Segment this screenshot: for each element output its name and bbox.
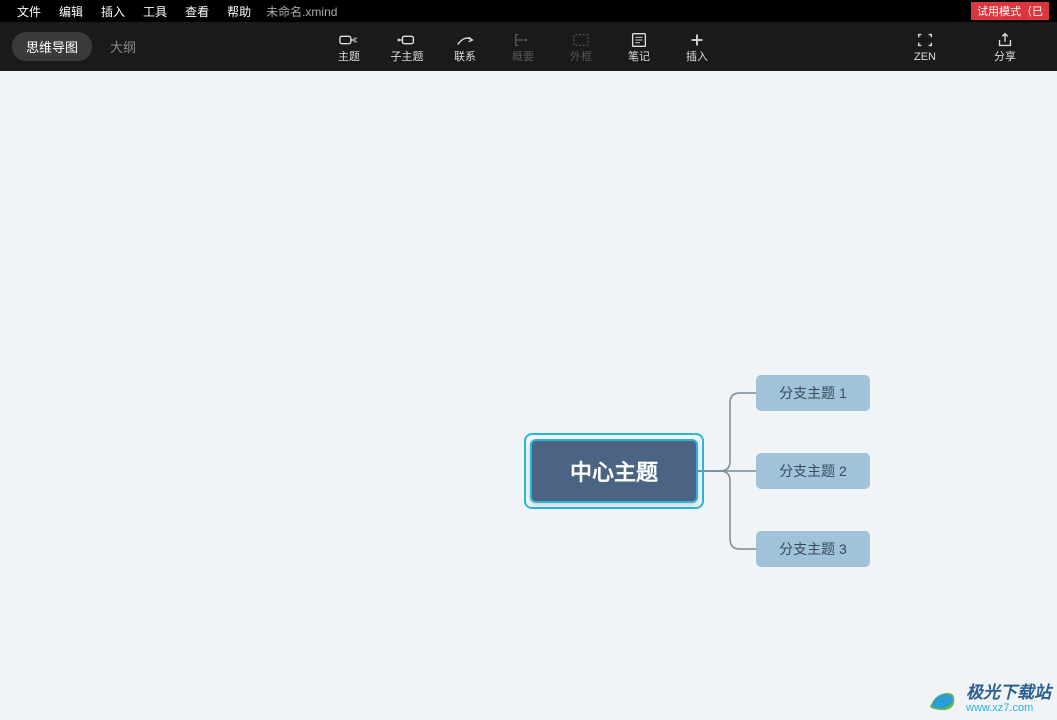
share-button[interactable]: 分享 [965, 22, 1045, 71]
notes-label: 笔记 [628, 52, 650, 63]
mindmap-canvas[interactable]: 中心主题 分支主题 1 分支主题 2 分支主题 3 极光下载站 www.xz7.… [0, 71, 1057, 719]
central-topic-node[interactable]: 中心主题 [530, 439, 698, 503]
subtopic-button[interactable]: 子主题 [378, 22, 436, 71]
topic-label: 主题 [338, 52, 360, 63]
relation-button[interactable]: 联系 [436, 22, 494, 71]
branch-topic-node-2[interactable]: 分支主题 2 [756, 453, 870, 489]
notes-icon [629, 31, 649, 49]
trial-mode-badge[interactable]: 试用模式（已 [971, 2, 1049, 20]
menu-insert[interactable]: 插入 [92, 3, 134, 20]
boundary-icon [571, 31, 591, 49]
menu-tools[interactable]: 工具 [134, 3, 176, 20]
insert-button[interactable]: 插入 [668, 22, 726, 71]
zen-label: ZEN [914, 52, 936, 63]
summary-button: 概要 [494, 22, 552, 71]
watermark-url: www.xz7.com [966, 702, 1051, 714]
menu-view[interactable]: 查看 [176, 3, 218, 20]
watermark-logo-icon [926, 683, 958, 715]
zen-icon [915, 31, 935, 49]
boundary-button: 外框 [552, 22, 610, 71]
branch-topic-node-3[interactable]: 分支主题 3 [756, 531, 870, 567]
watermark: 极光下载站 www.xz7.com [926, 683, 1051, 715]
relation-icon [455, 31, 475, 49]
tab-outline[interactable]: 大纲 [96, 32, 150, 61]
menu-help[interactable]: 帮助 [218, 3, 260, 20]
view-tabs: 思维导图 大纲 [12, 32, 150, 61]
document-title: 未命名.xmind [266, 3, 337, 20]
topic-button[interactable]: 主题 [320, 22, 378, 71]
watermark-title: 极光下载站 [966, 684, 1051, 703]
summary-icon [513, 31, 533, 49]
notes-button[interactable]: 笔记 [610, 22, 668, 71]
relation-label: 联系 [454, 52, 476, 63]
subtopic-icon [397, 31, 417, 49]
zen-button[interactable]: ZEN [885, 22, 965, 71]
topic-icon [339, 31, 359, 49]
tab-mindmap[interactable]: 思维导图 [12, 32, 92, 61]
insert-label: 插入 [686, 52, 708, 63]
menu-edit[interactable]: 编辑 [50, 3, 92, 20]
subtopic-label: 子主题 [391, 52, 424, 63]
branch-topic-node-1[interactable]: 分支主题 1 [756, 375, 870, 411]
tool-group-right: ZEN 分享 [885, 22, 1045, 71]
boundary-label: 外框 [570, 52, 592, 63]
share-label: 分享 [994, 52, 1016, 63]
insert-icon [687, 31, 707, 49]
connector-lines [0, 71, 1057, 719]
share-icon [995, 31, 1015, 49]
tool-group-main: 主题 子主题 联系 概要 外框 [320, 22, 726, 71]
summary-label: 概要 [512, 52, 534, 63]
menu-file[interactable]: 文件 [8, 3, 50, 20]
menu-bar: 文件 编辑 插入 工具 查看 帮助 未命名.xmind 试用模式（已 [0, 0, 1057, 22]
toolbar: 思维导图 大纲 主题 子主题 联系 概要 [0, 22, 1057, 71]
